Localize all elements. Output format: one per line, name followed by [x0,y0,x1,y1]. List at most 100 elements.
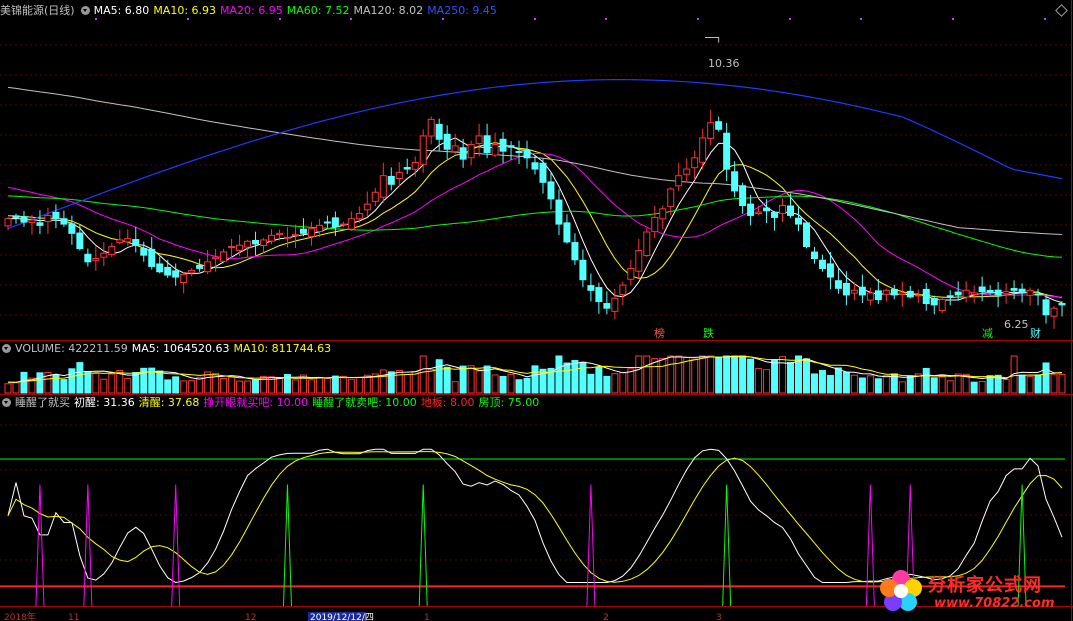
volume-bar [395,369,403,394]
candle-body [411,161,419,170]
indicator-menu-icon[interactable] [80,6,90,15]
candle-body [347,218,355,230]
date-axis: 2018年 11 12 2019/12/12/四 1 2 3 [4,611,722,621]
volume-bar [491,374,499,394]
candle-body [707,122,715,139]
candle-body [260,239,268,247]
candle-body [515,150,523,154]
volume-bar [507,373,515,394]
candle-body [443,133,451,150]
candle-body [188,269,196,274]
chart-title: 美锦能源(日线) [0,4,75,17]
candle-body [379,175,387,198]
candle-body [699,137,707,163]
volume-bar [20,371,28,394]
volume-bars[interactable] [4,355,1066,394]
date-tick: 2 [603,613,609,621]
volume-bar [523,377,531,394]
ma250-line [7,78,1063,230]
candle-body [906,290,914,298]
volume-bar [779,356,787,394]
candle-body [834,280,842,289]
volume-bar [954,373,962,394]
candle-body [20,216,28,223]
volume-bar [970,381,978,394]
volume-bar [826,374,834,394]
buy-signal-spike [171,484,181,607]
ma250-value: MA250: 9.45 [427,4,497,17]
candle-body [1058,303,1066,306]
volume-bar [84,371,92,394]
candle-body [866,292,874,301]
candle-body [268,234,275,242]
candle-body [563,222,571,243]
volume-bar [236,380,244,394]
volume-bar [188,380,196,394]
candle-body [395,171,403,180]
volume-bar [164,379,172,394]
candle-body [986,290,994,294]
marker-bang: 榜 [654,326,665,340]
candle-body [795,217,802,225]
volume-bar [938,376,946,394]
volume-bar [180,380,188,394]
candle-body [842,282,850,296]
candle-body [1018,288,1026,294]
date-tick: 11 [68,613,79,621]
volume-bar [675,355,683,394]
ma60-value: MA60: 7.52 [286,4,350,17]
volume-bar [355,376,363,394]
candle-body [603,303,611,309]
date-tick: 1 [424,613,430,621]
sell-signal-spike [418,484,428,607]
volume-bar [747,358,755,394]
sell-signal-value: 睡醒了就卖吧: 10.00 [312,396,417,409]
candle-body [84,253,92,263]
candle-body [451,145,459,153]
volume-bar [435,359,443,394]
volume-bar [874,378,882,394]
indicator-panel-menu-icon[interactable] [2,398,11,407]
candle-body [858,286,866,296]
candle-body [1042,299,1050,316]
candle-body [874,290,882,301]
volume-bar [307,379,315,394]
candle-body [818,259,826,269]
candle-body [779,205,787,214]
candle-body [228,246,236,249]
volume-bar [92,372,100,394]
volume-bar [787,361,795,394]
volume-bar [196,376,204,394]
candle-body [579,259,587,281]
candle-body [12,215,20,218]
volume-bar [132,372,140,394]
volume-header: VOLUME: 422211.59 MA5: 1064520.63 MA10: 81… [0,341,335,357]
candle-body [970,292,978,295]
volume-bar [635,355,643,394]
candle-body [619,284,627,295]
candle-body [739,185,747,207]
volume-bar [667,355,675,394]
candle-body [204,261,212,273]
volume-bar [555,355,563,394]
volume-bar [403,374,411,394]
volume-bar [834,367,842,394]
chuxing-value: 初醒: 31.36 [74,396,135,409]
volume-bar [731,355,739,394]
volume-bar [810,373,818,394]
candle-body [826,263,834,278]
candle-body [156,263,164,273]
candle-body [68,223,76,234]
volume-bar [842,371,850,394]
volume-bar [467,365,475,394]
chart-canvas[interactable]: 10.36 6.25 榜 跌 减 财 2018年 11 12 2019/12/1… [0,0,1073,621]
watermark-url: www.70822.com [934,596,1055,611]
volume-menu-icon[interactable] [2,344,11,353]
volume-bar [1058,373,1066,394]
top-dot [860,18,862,20]
chart-annotations: 10.36 6.25 榜 跌 减 财 [654,57,1041,340]
candle-body [715,121,723,130]
ma10-value: MA10: 6.93 [153,4,217,17]
candle-body [747,203,755,216]
candle-body [930,298,938,306]
